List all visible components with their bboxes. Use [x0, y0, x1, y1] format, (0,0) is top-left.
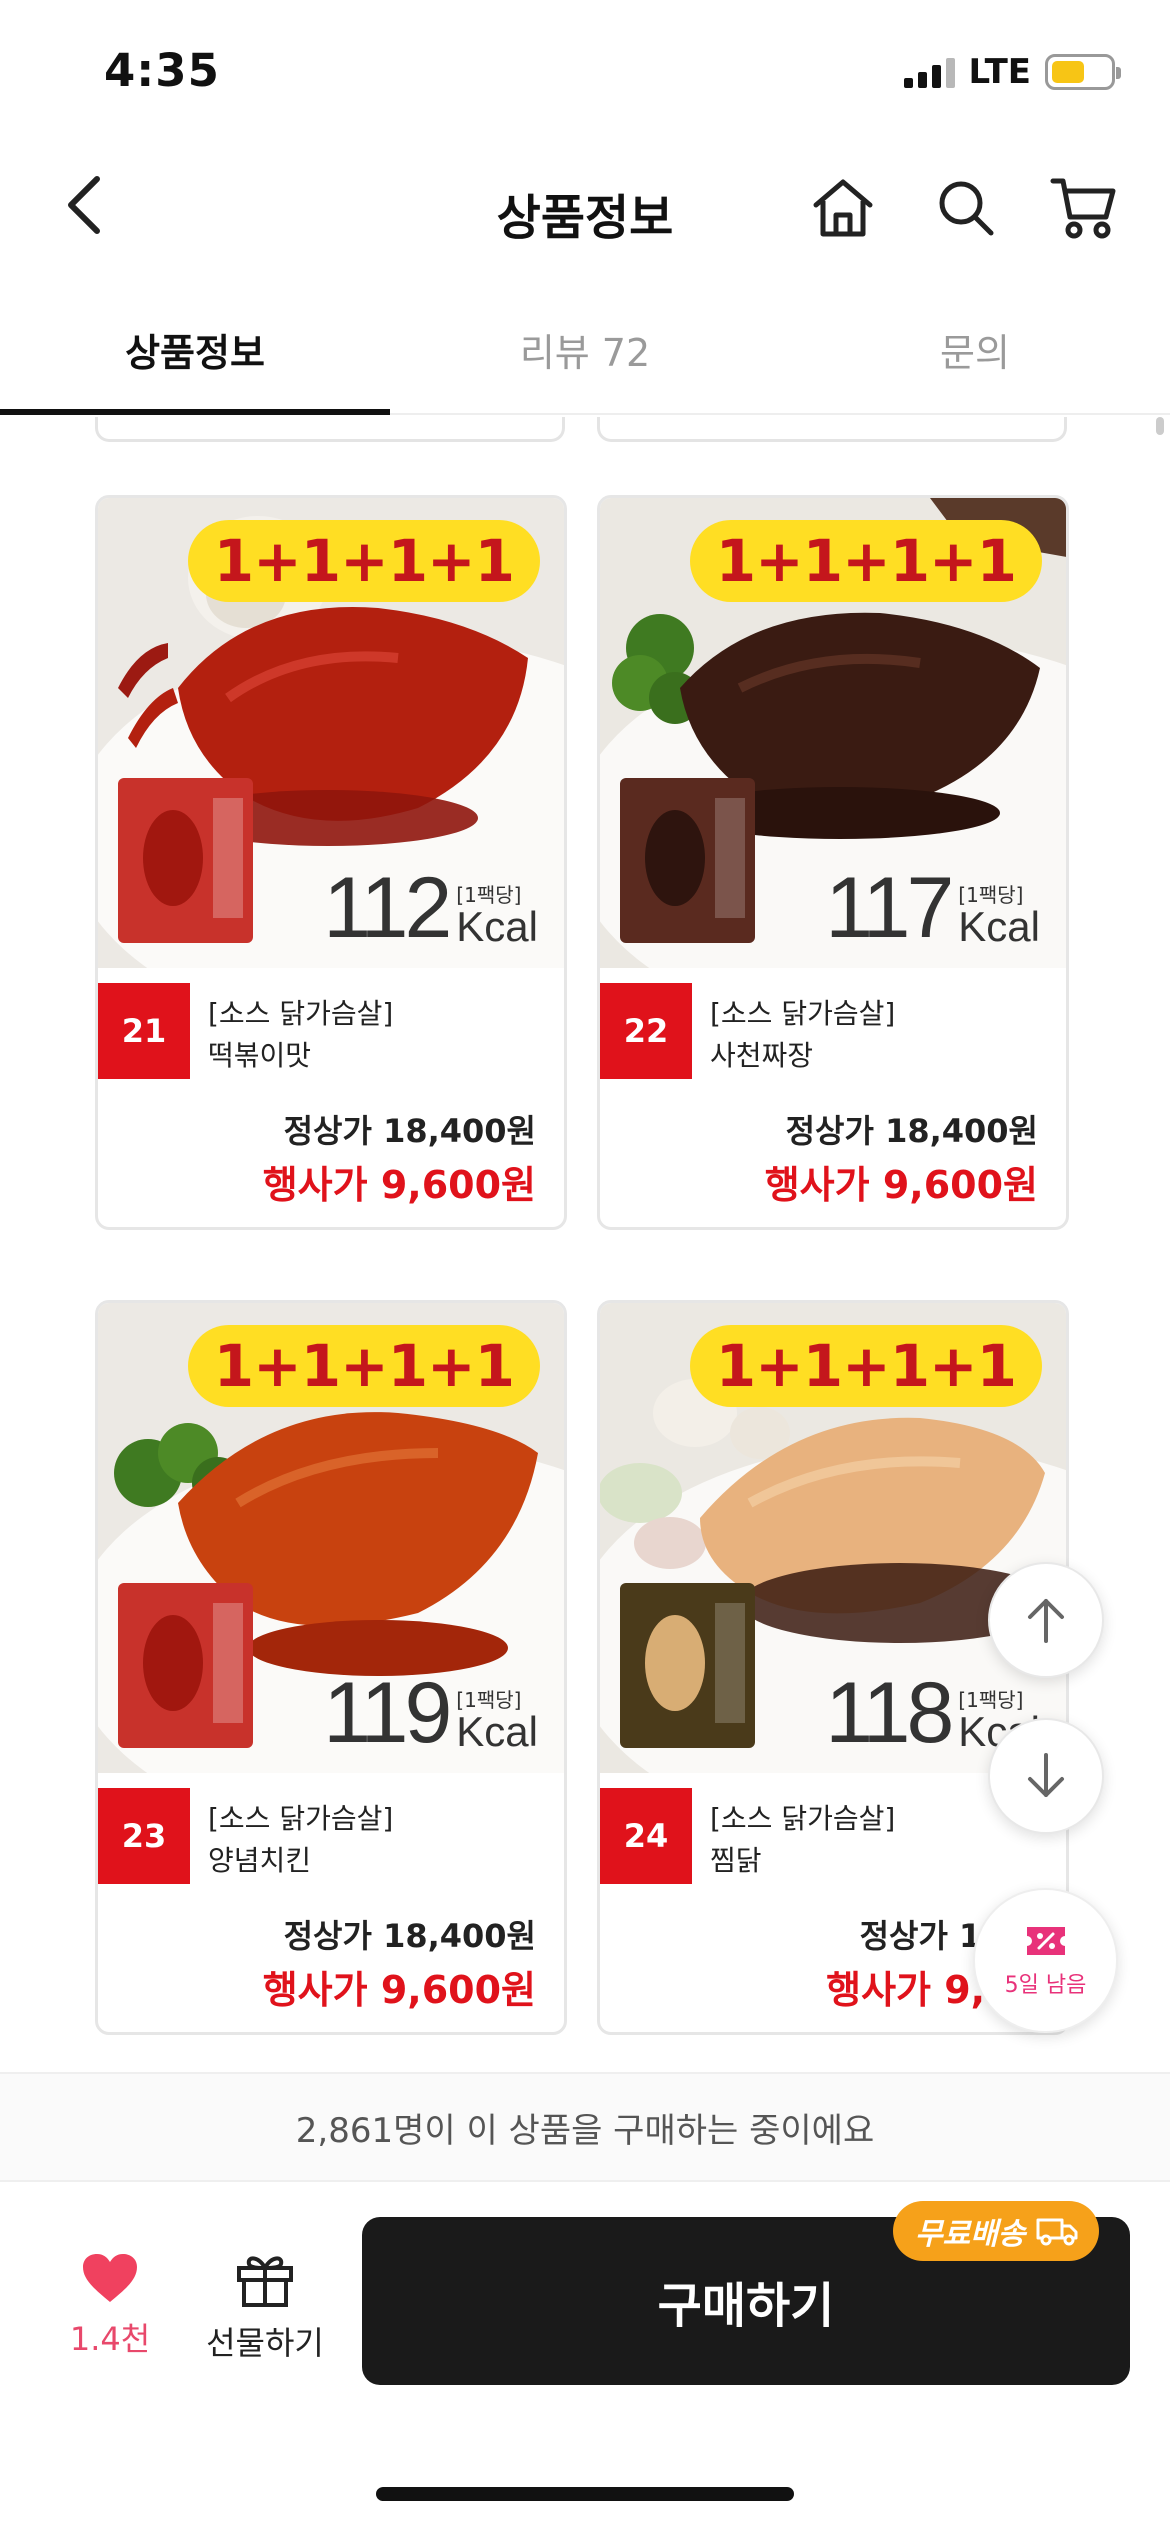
- tab-bar: 상품정보 리뷰 72 문의: [0, 290, 1170, 415]
- product-card[interactable]: 1+1+1+1 117 [1팩당] Kcal 22 [소스 닭가슴살] 사천짜장 …: [597, 495, 1069, 1230]
- package-image: [620, 778, 755, 943]
- bottom-action-bar: 1.4천 선물하기 구매하기 무료배송: [0, 2182, 1170, 2532]
- kcal-value: 112: [323, 860, 452, 956]
- free-shipping-label: 무료배송: [915, 2217, 1026, 2252]
- home-icon: [813, 179, 873, 237]
- kcal-value: 118: [825, 1665, 954, 1761]
- gift-label: 선물하기: [206, 2324, 324, 2362]
- status-indicators: LTE: [903, 52, 1121, 92]
- package-image: [118, 1583, 253, 1748]
- calorie-label: 119 [1팩당] Kcal: [323, 1665, 538, 1761]
- gift-button[interactable]: 선물하기: [195, 2252, 335, 2364]
- product-card[interactable]: 1+1+1+1 119 [1팩당] Kcal 23 [소스 닭가슴살] 양념치킨 …: [95, 1300, 567, 2035]
- product-category: [소스 닭가슴살]: [710, 997, 896, 1030]
- product-name: 사천짜장: [710, 1039, 814, 1072]
- product-number: 21: [98, 983, 190, 1079]
- regular-price: 정상가 18,400원: [283, 1917, 536, 1955]
- tab-reviews[interactable]: 리뷰 72: [390, 290, 780, 413]
- tab-inquiry[interactable]: 문의: [780, 290, 1170, 413]
- product-image: 1+1+1+1 119 [1팩당] Kcal: [98, 1303, 564, 1773]
- battery-icon: [1045, 54, 1121, 90]
- package-image: [118, 778, 253, 943]
- product-image: 1+1+1+1 112 [1팩당] Kcal: [98, 498, 564, 968]
- sale-price: 행사가 9,600원: [262, 1968, 536, 2012]
- product-number: 24: [600, 1788, 692, 1884]
- network-type: LTE: [968, 52, 1031, 92]
- like-button[interactable]: 1.4천: [60, 2252, 160, 2360]
- nav-bar: 상품정보: [0, 140, 1170, 270]
- product-number: 23: [98, 1788, 190, 1884]
- arrow-up-icon: [1028, 1599, 1064, 1643]
- arrow-down-icon: [1028, 1753, 1064, 1797]
- previous-card-edge: [95, 417, 565, 442]
- product-name: 찜닭: [710, 1844, 762, 1877]
- status-time: 4:35: [104, 44, 220, 97]
- product-image: 1+1+1+1 117 [1팩당] Kcal: [600, 498, 1066, 968]
- promo-badge: 1+1+1+1: [689, 520, 1042, 602]
- home-indicator: [376, 2487, 794, 2501]
- heart-icon: [83, 2254, 137, 2302]
- product-category: [소스 닭가슴살]: [208, 997, 394, 1030]
- gift-icon: [237, 2256, 293, 2307]
- coupon-days-left: 5일 남음: [1004, 1972, 1087, 1998]
- calorie-label: 117 [1팩당] Kcal: [825, 860, 1040, 956]
- product-card[interactable]: 1+1+1+1 112 [1팩당] Kcal 21 [소스 닭가슴살] 떡볶이맛 …: [95, 495, 567, 1230]
- product-category: [소스 닭가슴살]: [208, 1802, 394, 1835]
- promo-badge: 1+1+1+1: [187, 520, 540, 602]
- promo-badge: 1+1+1+1: [689, 1325, 1042, 1407]
- kcal-value: 117: [825, 860, 954, 956]
- search-icon: [939, 181, 994, 236]
- product-number: 22: [600, 983, 692, 1079]
- product-info-screen: 4:35 LTE 상품정보 상품정보 리뷰 72 문의 1+1+1+1 112 …: [0, 0, 1170, 2532]
- calorie-label: 112 [1팩당] Kcal: [323, 860, 538, 956]
- kcal-unit: Kcal: [958, 903, 1040, 950]
- kcal-unit: Kcal: [456, 1708, 538, 1755]
- kcal-value: 119: [323, 1665, 452, 1761]
- sale-price: 행사가 9,600원: [764, 1163, 1038, 1207]
- product-name: 떡볶이맛: [208, 1039, 312, 1072]
- free-shipping-badge: 무료배송: [893, 2201, 1100, 2261]
- scrollbar[interactable]: [1156, 417, 1164, 435]
- cart-button[interactable]: [1046, 170, 1122, 246]
- scroll-up-button[interactable]: [988, 1562, 1104, 1678]
- promo-badge: 1+1+1+1: [187, 1325, 540, 1407]
- coupon-button[interactable]: 5일 남음: [973, 1888, 1118, 2033]
- kcal-unit: Kcal: [456, 903, 538, 950]
- sale-price: 행사가 9,600원: [262, 1163, 536, 1207]
- previous-card-edge: [597, 417, 1067, 442]
- product-category: [소스 닭가슴살]: [710, 1802, 896, 1835]
- status-bar: 4:35 LTE: [0, 0, 1170, 140]
- like-count: 1.4천: [69, 2320, 151, 2358]
- buyers-banner: 2,861명이 이 상품을 구매하는 중이에요: [0, 2072, 1170, 2182]
- regular-price: 정상가 18,400원: [283, 1112, 536, 1150]
- product-detail-content[interactable]: 1+1+1+1 112 [1팩당] Kcal 21 [소스 닭가슴살] 떡볶이맛 …: [0, 417, 1170, 2072]
- cart-icon: [1050, 178, 1116, 239]
- regular-price: 정상가 18,400원: [785, 1112, 1038, 1150]
- product-image: 1+1+1+1 118 [1팩당] Kcal: [600, 1303, 1066, 1773]
- home-button[interactable]: [805, 170, 881, 246]
- tab-product-info[interactable]: 상품정보: [0, 290, 390, 415]
- signal-icon: [903, 56, 955, 88]
- product-name: 양념치킨: [208, 1844, 312, 1877]
- search-button[interactable]: [928, 170, 1004, 246]
- package-image: [620, 1583, 755, 1748]
- coupon-icon: [1026, 1926, 1065, 1955]
- scroll-down-button[interactable]: [988, 1718, 1104, 1834]
- truck-icon: [1036, 2218, 1078, 2246]
